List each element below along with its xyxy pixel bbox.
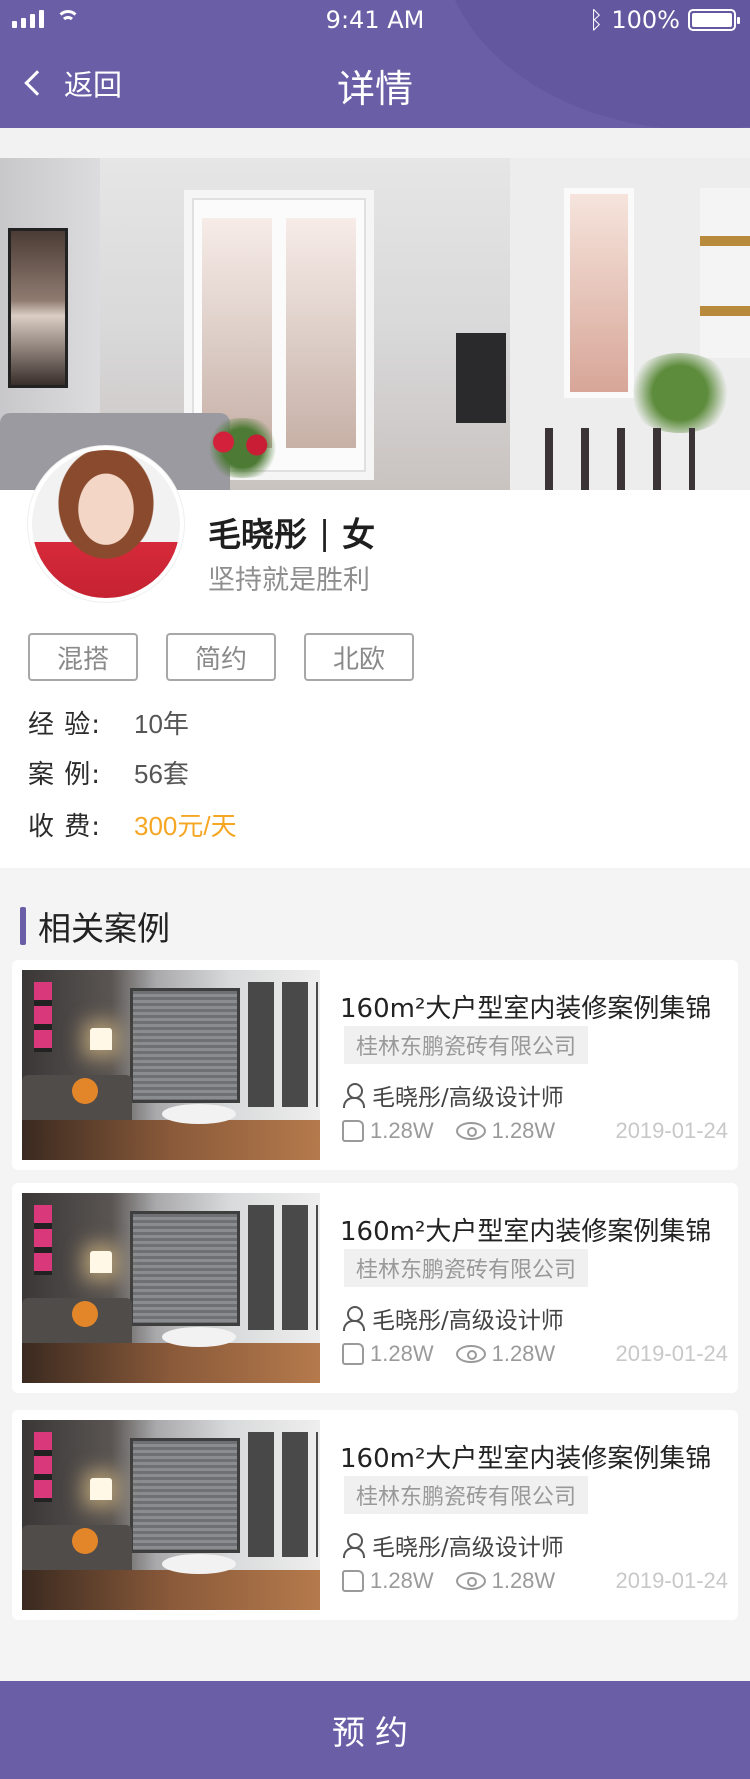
designer-name-line: 毛晓彤 | 女: [208, 508, 375, 556]
hero-image: [0, 128, 750, 490]
thumbs-up-icon: [342, 1120, 364, 1142]
info-value: 56套: [134, 759, 189, 789]
thumbs-up-icon: [342, 1343, 364, 1365]
view-count: 1.28W: [491, 1341, 556, 1366]
view-stat: 1.28W: [455, 1341, 556, 1367]
case-title: 160m²大户型室内装修案例集锦: [340, 1217, 712, 1247]
case-designer: 毛晓彤/高级设计师: [342, 1528, 564, 1562]
info-value: 10年: [134, 709, 189, 739]
case-company: 桂林东鹏瓷砖有限公司: [344, 1026, 589, 1064]
designer-detail-page: 9:41 AM ᛒ 100% 返回 详情 毛晓彤 | 女 坚持就是胜利 混搭 简…: [0, 0, 750, 1779]
style-tag: 混搭: [28, 633, 138, 681]
info-label: 案 例:: [28, 760, 102, 790]
name-separator: |: [319, 512, 331, 552]
designer-gender: 女: [342, 515, 376, 554]
battery-icon: [688, 9, 740, 31]
case-date: 2019-01-24: [615, 1568, 728, 1593]
info-cases: 案 例: 56套: [28, 754, 189, 791]
case-company: 桂林东鹏瓷砖有限公司: [344, 1476, 589, 1514]
eye-icon: [455, 1122, 486, 1140]
designer-motto: 坚持就是胜利: [208, 565, 370, 596]
case-stats: 1.28W 1.28W 2019-01-24: [342, 1568, 728, 1594]
status-right: ᛒ 100%: [588, 6, 740, 34]
case-thumbnail: [22, 1420, 320, 1610]
eye-icon: [455, 1345, 486, 1363]
style-tag: 简约: [166, 633, 276, 681]
case-title: 160m²大户型室内装修案例集锦: [340, 1444, 712, 1474]
case-company: 桂林东鹏瓷砖有限公司: [344, 1249, 589, 1287]
like-count: 1.28W: [370, 1118, 434, 1143]
info-label: 经 验:: [28, 710, 102, 740]
case-date: 2019-01-24: [615, 1341, 728, 1366]
battery-percent: 100%: [611, 6, 680, 34]
like-stat[interactable]: 1.28W: [342, 1341, 434, 1367]
header: 9:41 AM ᛒ 100% 返回 详情: [0, 0, 750, 128]
case-title: 160m²大户型室内装修案例集锦: [340, 994, 712, 1024]
user-icon: [342, 1083, 366, 1108]
bluetooth-icon: ᛒ: [588, 6, 604, 34]
case-card[interactable]: 160m²大户型室内装修案例集锦 桂林东鹏瓷砖有限公司 毛晓彤/高级设计师 1.…: [12, 1183, 738, 1393]
info-experience: 经 验: 10年: [28, 704, 189, 741]
case-designer-text: 毛晓彤/高级设计师: [372, 1535, 564, 1561]
case-thumbnail: [22, 970, 320, 1160]
like-count: 1.28W: [370, 1341, 434, 1366]
style-tag: 北欧: [304, 633, 414, 681]
section-title-text: 相关案例: [38, 909, 170, 948]
view-count: 1.28W: [491, 1118, 556, 1143]
like-count: 1.28W: [370, 1568, 434, 1593]
section-title-related: 相关案例: [20, 906, 170, 948]
like-stat[interactable]: 1.28W: [342, 1568, 434, 1594]
case-designer: 毛晓彤/高级设计师: [342, 1078, 564, 1112]
info-fee: 收 费: 300元/天: [28, 806, 237, 843]
status-bar: 9:41 AM ᛒ 100%: [0, 0, 750, 40]
section-accent-bar: [20, 907, 26, 945]
case-designer-text: 毛晓彤/高级设计师: [372, 1085, 564, 1111]
view-stat: 1.28W: [455, 1118, 556, 1144]
user-icon: [342, 1306, 366, 1331]
view-stat: 1.28W: [455, 1568, 556, 1594]
designer-name: 毛晓彤: [208, 515, 307, 554]
info-value-price: 300元/天: [134, 811, 237, 841]
style-tags: 混搭 简约 北欧: [28, 633, 414, 681]
avatar: [28, 446, 184, 602]
page-title: 详情: [336, 67, 413, 111]
thumbs-up-icon: [342, 1570, 364, 1592]
nav-bar: 返回 详情: [0, 50, 750, 120]
case-stats: 1.28W 1.28W 2019-01-24: [342, 1341, 728, 1367]
case-designer-text: 毛晓彤/高级设计师: [372, 1308, 564, 1334]
case-stats: 1.28W 1.28W 2019-01-24: [342, 1118, 728, 1144]
case-date: 2019-01-24: [615, 1118, 728, 1143]
book-button[interactable]: 预约: [0, 1681, 750, 1779]
like-stat[interactable]: 1.28W: [342, 1118, 434, 1144]
case-card[interactable]: 160m²大户型室内装修案例集锦 桂林东鹏瓷砖有限公司 毛晓彤/高级设计师 1.…: [12, 960, 738, 1170]
case-card[interactable]: 160m²大户型室内装修案例集锦 桂林东鹏瓷砖有限公司 毛晓彤/高级设计师 1.…: [12, 1410, 738, 1620]
eye-icon: [455, 1572, 486, 1590]
user-icon: [342, 1533, 366, 1558]
info-label: 收 费:: [28, 812, 102, 842]
case-designer: 毛晓彤/高级设计师: [342, 1301, 564, 1335]
view-count: 1.28W: [491, 1568, 556, 1593]
case-thumbnail: [22, 1193, 320, 1383]
